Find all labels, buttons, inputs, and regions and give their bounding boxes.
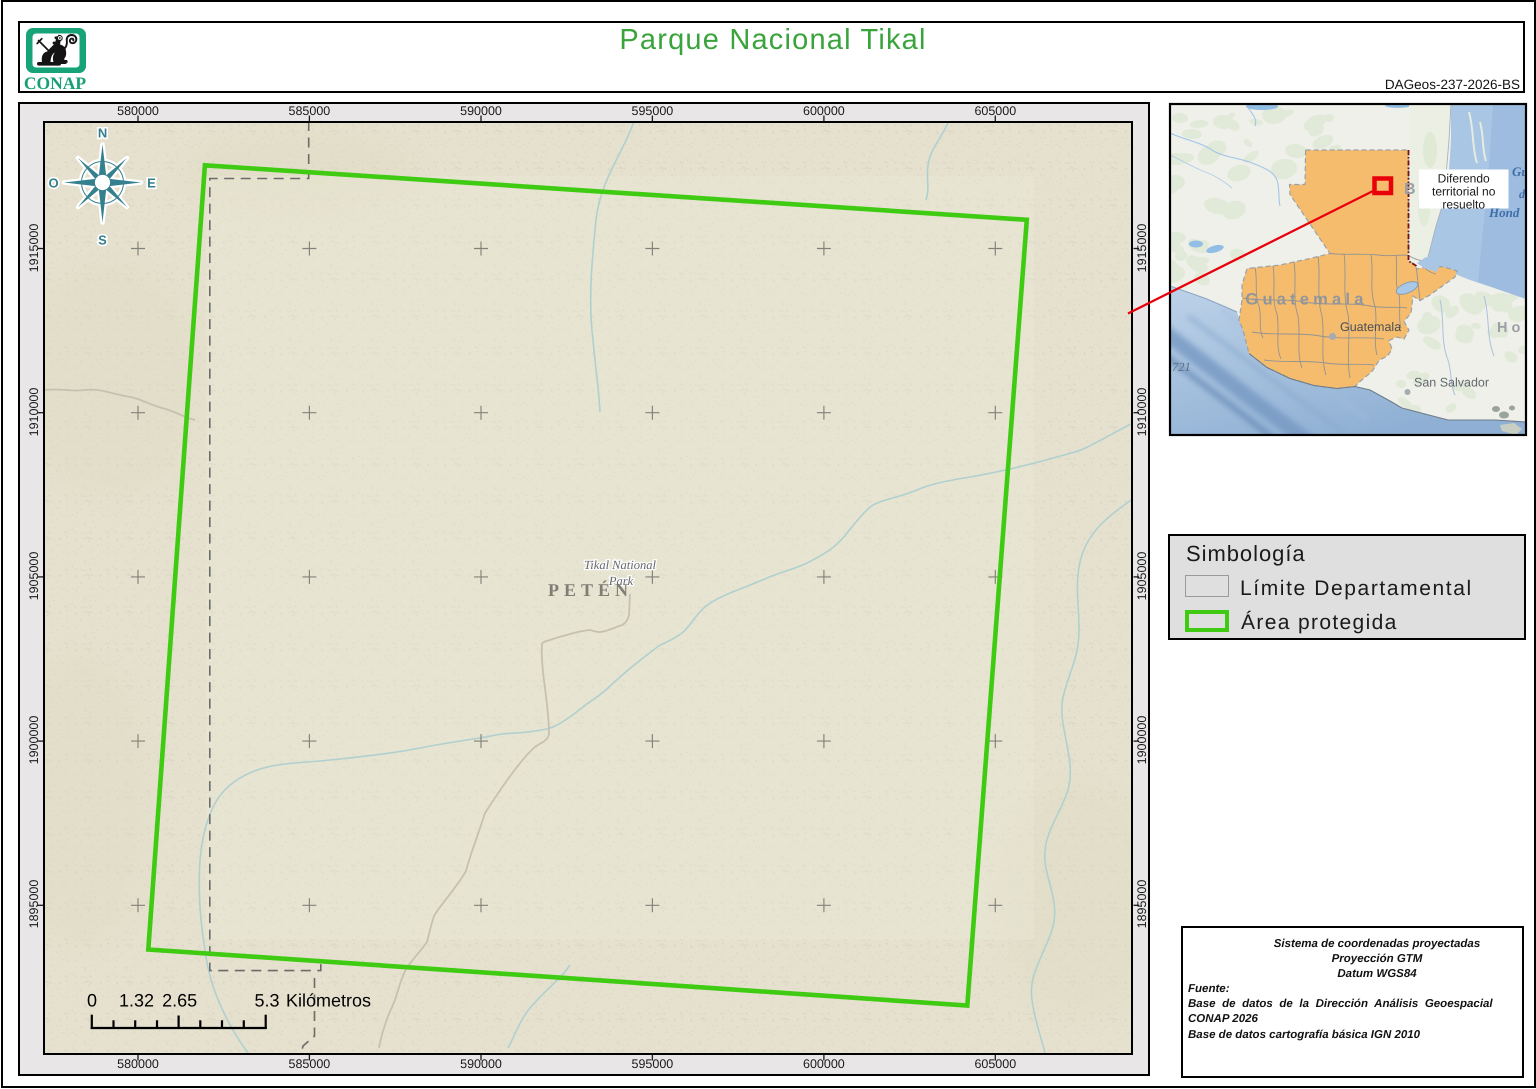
svg-text:Guatemala: Guatemala (1340, 320, 1401, 334)
svg-text:B: B (1404, 181, 1416, 198)
svg-text:Ho: Ho (1497, 320, 1524, 336)
svg-text:Diferendo: Diferendo (1438, 172, 1490, 186)
svg-text:721: 721 (1172, 360, 1191, 374)
svg-text:territorial no: territorial no (1432, 185, 1496, 199)
svg-text:Guatemala: Guatemala (1245, 291, 1367, 309)
svg-text:resuelto: resuelto (1442, 198, 1485, 212)
svg-text:San Salvador: San Salvador (1414, 376, 1489, 390)
